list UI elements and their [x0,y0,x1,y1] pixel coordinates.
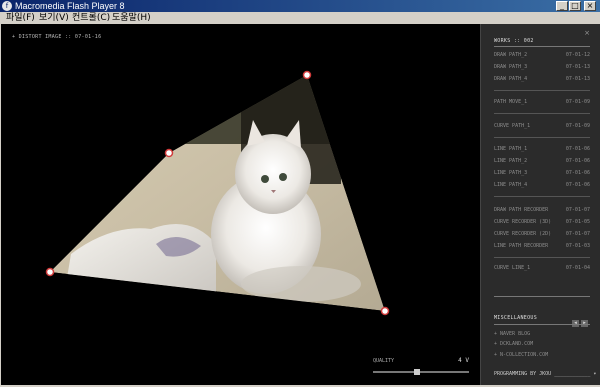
work-item-name: CURVE LINE_1 [494,265,531,271]
work-item[interactable]: DRAW PATH_2 07-01-12 [494,52,590,58]
work-item-name: CURVE PATH_1 [494,123,531,129]
maximize-button[interactable]: □ [569,1,581,11]
panel-close-icon[interactable]: × [584,29,590,37]
handle-top-right[interactable] [302,70,312,80]
work-item-date: 07-01-07 [565,207,590,213]
work-item[interactable]: CURVE RECORDER (3D) 07-01-05 [494,219,590,225]
works-panel: × WORKS :: 002 ◂ ▸ MISCELLANEOUS + NAVER… [480,24,600,385]
flash-content: + DISTORT IMAGE :: 07-01-16 QUALITY 4 V … [1,24,600,385]
menu-help[interactable]: 도움말(H) [112,12,151,24]
work-item[interactable]: CURVE RECORDER (2D) 07-01-07 [494,231,590,237]
programming-credit: PROGRAMMING BY JKOU ____________ ▾ [494,371,597,377]
menu-file[interactable]: 파일(F) [6,12,35,24]
handle-top-left[interactable] [164,148,174,158]
work-item-date: 07-01-05 [565,219,590,225]
work-item[interactable]: DRAW PATH_3 07-01-13 [494,64,590,70]
work-item-date: 07-01-06 [565,182,590,188]
work-item[interactable]: CURVE PATH_1 07-01-09 [494,123,590,129]
work-item[interactable]: DRAW PATH RECORDER 07-01-07 [494,207,590,213]
handle-bottom-right[interactable] [380,306,390,316]
menu-bar: 파일(F) 보기(V) 컨트롤(C) 도움말(H) [0,12,600,24]
link-dckland[interactable]: + DCKLAND.COM [494,341,533,347]
link-naver-blog[interactable]: + NAVER BLOG [494,331,530,337]
distorted-image-canvas [45,70,390,316]
distort-stage[interactable]: + DISTORT IMAGE :: 07-01-16 QUALITY 4 V [1,24,479,385]
work-item-date: 07-01-06 [565,158,590,164]
group-divider [494,257,590,258]
minimize-button[interactable]: _ [556,1,568,11]
group-divider [494,90,590,91]
work-item-name: CURVE RECORDER (2D) [494,231,552,237]
work-item[interactable]: LINE PATH_1 07-01-06 [494,146,590,152]
work-item[interactable]: LINE PATH_2 07-01-06 [494,158,590,164]
work-item-date: 07-01-13 [565,76,590,82]
work-item[interactable]: LINE PATH_3 07-01-06 [494,170,590,176]
flash-app-icon: f [2,1,12,11]
work-item-name: LINE PATH_4 [494,182,528,188]
work-item[interactable]: CURVE LINE_1 07-01-04 [494,265,590,271]
work-item-date: 07-01-04 [565,265,590,271]
works-heading: WORKS :: 002 [494,38,534,44]
work-item-name: CURVE RECORDER (3D) [494,219,552,225]
menu-control[interactable]: 컨트롤(C) [72,12,110,24]
work-item-date: 07-01-12 [565,52,590,58]
works-divider [494,46,590,47]
quality-slider-knob[interactable] [414,369,420,375]
misc-divider [494,324,590,325]
title-bar: f Macromedia Flash Player 8 _ □ × [0,0,600,12]
close-button[interactable]: × [584,1,596,11]
work-item[interactable]: PATH MOVE_1 07-01-09 [494,99,590,105]
work-item-name: DRAW PATH RECORDER [494,207,549,213]
work-item-name: LINE PATH_3 [494,170,528,176]
work-item-date: 07-01-03 [565,243,590,249]
work-item-date: 07-01-06 [565,170,590,176]
work-item-date: 07-01-13 [565,64,590,70]
quality-label: QUALITY [373,358,395,364]
window-title: Macromedia Flash Player 8 [15,1,125,11]
work-item[interactable]: LINE PATH RECORDER 07-01-03 [494,243,590,249]
work-item-date: 07-01-09 [565,123,590,129]
flash-player-window: f Macromedia Flash Player 8 _ □ × 파일(F) … [0,0,600,387]
work-item-name: LINE PATH RECORDER [494,243,549,249]
quality-slider-track[interactable] [373,371,469,373]
work-item-name: DRAW PATH_2 [494,52,528,58]
menu-view[interactable]: 보기(V) [39,12,69,24]
work-item-name: PATH MOVE_1 [494,99,528,105]
quality-value: 4 V [458,357,469,364]
distorted-cat-photo [50,75,385,311]
group-divider [494,113,590,114]
work-item-name: LINE PATH_1 [494,146,528,152]
work-item[interactable]: DRAW PATH_4 07-01-13 [494,76,590,82]
work-item-date: 07-01-06 [565,146,590,152]
work-item-date: 07-01-07 [565,231,590,237]
list-bottom-divider [494,296,590,297]
work-item-name: DRAW PATH_3 [494,64,528,70]
work-item-date: 07-01-09 [565,99,590,105]
work-item[interactable]: LINE PATH_4 07-01-06 [494,182,590,188]
link-n-collection[interactable]: + N-COLLECTION.COM [494,352,548,358]
misc-heading: MISCELLANEOUS [494,315,538,321]
group-divider [494,137,590,138]
work-item-name: LINE PATH_2 [494,158,528,164]
work-item-name: DRAW PATH_4 [494,76,528,82]
group-divider [494,196,590,197]
handle-bottom-left[interactable] [45,267,55,277]
